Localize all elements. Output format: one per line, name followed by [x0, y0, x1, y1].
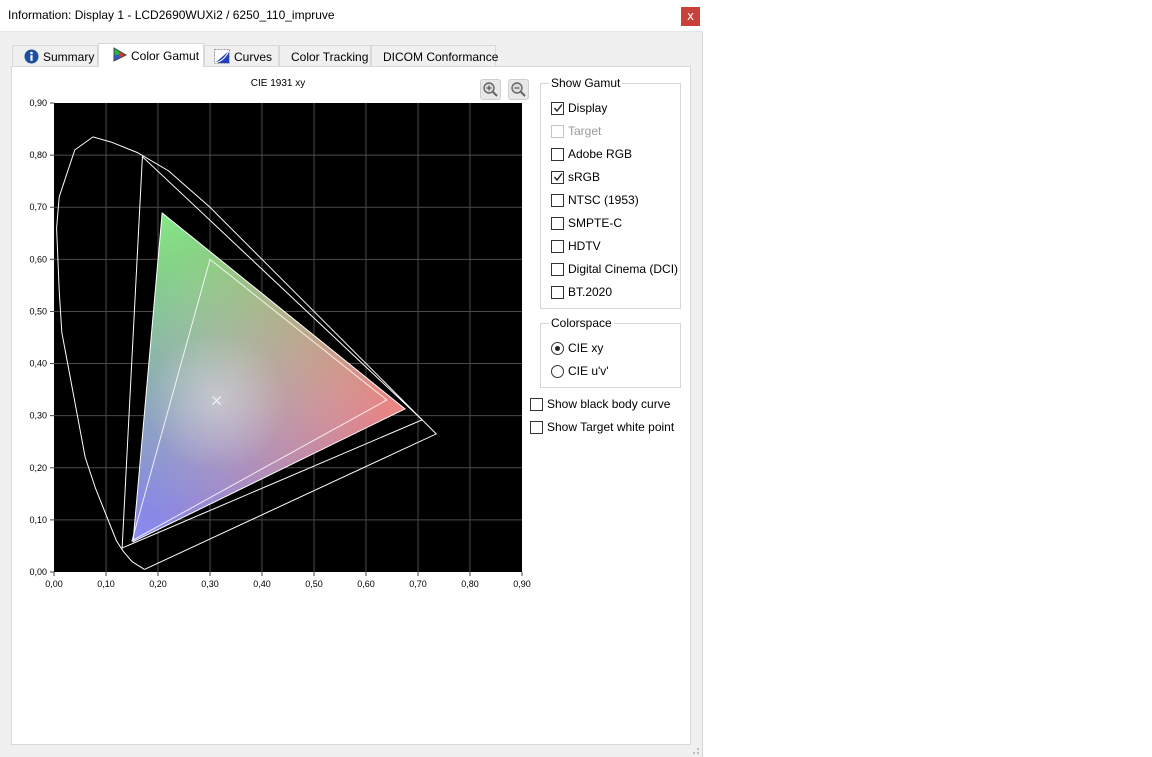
- tab-label: Curves: [234, 50, 273, 64]
- checkbox-label: Show black body curve: [547, 397, 671, 411]
- info-window: Information: Display 1 - LCD2690WUXi2 / …: [0, 0, 703, 757]
- checkbox-box[interactable]: [530, 398, 543, 411]
- cie-chart[interactable]: CIE 1931 xy 0,00 0,00 0,10 0,10 0,20 0,20 0,30…: [12, 67, 537, 597]
- checkbox-label: Show Target white point: [547, 420, 675, 434]
- x-tick-label: 0,90: [513, 579, 531, 589]
- checkbox-box[interactable]: [530, 421, 543, 434]
- y-tick-label: 0,40: [29, 359, 47, 369]
- checkbox-label: Adobe RGB: [568, 147, 633, 161]
- color-gamut-icon: [113, 47, 128, 62]
- checkmark-icon: [553, 104, 563, 113]
- checkbox-label: Display: [568, 101, 608, 115]
- chart-title: CIE 1931 xy: [251, 78, 305, 89]
- resize-grip[interactable]: [690, 745, 700, 755]
- checkbox-label: sRGB: [568, 170, 601, 184]
- checkbox-label: BT.2020: [568, 285, 613, 299]
- checkbox-box[interactable]: [551, 102, 564, 115]
- checkbox-box[interactable]: [551, 286, 564, 299]
- y-tick-label: 0,70: [29, 202, 47, 212]
- x-tick-label: 0,00: [45, 579, 63, 589]
- y-tick-label: 0,60: [29, 254, 47, 264]
- y-tick-label: 0,20: [29, 463, 47, 473]
- zoom-out-icon: [511, 82, 526, 97]
- show-gamut-group: Show Gamut Display Target Adobe RGB sRGB NTS…: [540, 76, 681, 309]
- x-tick-label: 0,20: [149, 579, 167, 589]
- checkbox-label: Target: [568, 124, 602, 138]
- tab-dicom-conformance[interactable]: DICOM Conformance: [371, 45, 499, 66]
- x-tick-label: 0,40: [253, 579, 271, 589]
- radio-label: CIE xy: [568, 341, 604, 355]
- curves-icon: [214, 49, 230, 64]
- checkbox-label: HDTV: [568, 239, 601, 253]
- tab-label: Color Tracking: [291, 50, 369, 64]
- radio-button[interactable]: [551, 342, 564, 355]
- x-tick-label: 0,30: [201, 579, 219, 589]
- checkbox-box[interactable]: [551, 148, 564, 161]
- checkbox-box[interactable]: [551, 263, 564, 276]
- y-tick-label: 0,10: [29, 515, 47, 525]
- window-title: Information: Display 1 - LCD2690WUXi2 / …: [8, 8, 335, 22]
- tab-color-tracking[interactable]: Color Tracking: [279, 45, 371, 66]
- title-bar: Information: Display 1 - LCD2690WUXi2 / …: [0, 0, 703, 32]
- x-tick-label: 0,80: [461, 579, 479, 589]
- tab-panel: CIE 1931 xy 0,00 0,00 0,10 0,10 0,20 0,20 0,30…: [11, 66, 691, 745]
- checkbox-label: NTSC (1953): [568, 193, 639, 207]
- checkbox-box[interactable]: [551, 194, 564, 207]
- y-tick-label: 0,80: [29, 150, 47, 160]
- checkbox-box[interactable]: [551, 217, 564, 230]
- radio-button[interactable]: [551, 365, 564, 378]
- checkbox-label: Digital Cinema (DCI): [568, 262, 679, 276]
- zoom-out-button[interactable]: [508, 79, 529, 100]
- zoom-in-icon: [483, 82, 498, 97]
- y-tick-label: 0,00: [29, 567, 47, 577]
- x-tick-label: 0,50: [305, 579, 323, 589]
- x-tick-label: 0,60: [357, 579, 375, 589]
- tab-curves[interactable]: Curves: [204, 45, 279, 66]
- zoom-in-button[interactable]: [480, 79, 501, 100]
- close-button[interactable]: x: [681, 7, 700, 26]
- tab-label: Color Gamut: [131, 49, 200, 63]
- checkbox-box[interactable]: [551, 240, 564, 253]
- radio-dot: [555, 346, 560, 351]
- checkmark-icon: [553, 173, 563, 182]
- colorspace-group: Colorspace CIE xy CIE u'v': [540, 316, 681, 388]
- y-tick-label: 0,30: [29, 411, 47, 421]
- y-tick-label: 0,50: [29, 306, 47, 316]
- tab-label: DICOM Conformance: [383, 50, 499, 64]
- checkbox-box[interactable]: [551, 171, 564, 184]
- tab-label: Summary: [43, 50, 95, 64]
- checkbox-label: SMPTE-C: [568, 216, 622, 230]
- tab-summary[interactable]: Summary: [12, 45, 98, 66]
- group-title: Colorspace: [549, 316, 614, 330]
- x-tick-label: 0,70: [409, 579, 427, 589]
- info-icon: [24, 49, 39, 64]
- group-title: Show Gamut: [549, 76, 623, 90]
- y-tick-label: 0,90: [29, 98, 47, 108]
- checkbox-box[interactable]: [551, 125, 564, 138]
- tab-color-gamut[interactable]: Color Gamut: [98, 43, 204, 67]
- x-tick-label: 0,10: [97, 579, 115, 589]
- radio-label: CIE u'v': [568, 364, 609, 378]
